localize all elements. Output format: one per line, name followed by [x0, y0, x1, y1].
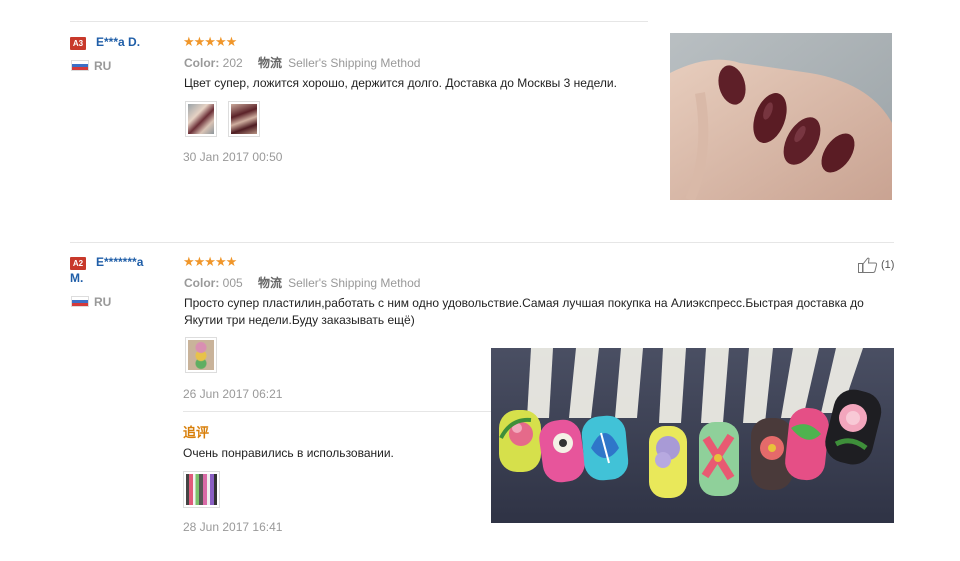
color-value: 005 — [222, 276, 243, 290]
review-divider — [70, 242, 894, 243]
product-attributes: Color: 202 物流 Seller's Shipping Method — [184, 54, 420, 71]
shipping-method: Seller's Shipping Method — [288, 56, 421, 70]
followup-date: 28 Jun 2017 16:41 — [183, 520, 283, 534]
top-divider — [70, 21, 648, 22]
thumbs-up-icon — [858, 257, 878, 273]
followup-text: Очень понравились в использовании. — [183, 446, 394, 460]
review-text: Просто супер пластилин,работать с ним од… — [184, 296, 864, 327]
followup-divider — [183, 411, 493, 412]
shipping-label: 物流 — [258, 276, 283, 290]
star-rating: ★★★★★ — [183, 34, 237, 49]
buyer-name-continued[interactable]: M. — [70, 270, 83, 286]
followup-photo-thumbnail[interactable] — [183, 471, 220, 508]
russia-flag-icon — [71, 60, 89, 71]
shipping-label: 物流 — [258, 56, 283, 70]
product-attributes: Color: 005 物流 Seller's Shipping Method — [184, 274, 420, 291]
review-date: 26 Jun 2017 06:21 — [183, 387, 283, 401]
color-label: Color: — [184, 276, 220, 290]
review-date: 30 Jan 2017 00:50 — [183, 150, 283, 164]
buyer-country: RU — [94, 59, 112, 73]
buyer-name[interactable]: E***a D. — [96, 34, 140, 50]
buyer-level-badge: A3 — [70, 37, 86, 50]
helpful-count: (1) — [881, 259, 895, 271]
russia-flag-icon — [71, 296, 89, 307]
color-label: Color: — [184, 56, 220, 70]
helpful-button[interactable]: (1) — [858, 257, 894, 273]
review-photo-thumbnail[interactable] — [185, 337, 217, 373]
shipping-method: Seller's Shipping Method — [288, 276, 421, 290]
review-photo-thumbnail[interactable] — [228, 101, 260, 137]
buyer-name[interactable]: E*******a — [96, 254, 143, 270]
followup-label: 追评 — [183, 425, 210, 440]
star-rating: ★★★★★ — [183, 254, 237, 269]
review-photo-thumbnail[interactable] — [185, 101, 217, 137]
review-photo-large[interactable] — [491, 348, 894, 523]
color-value: 202 — [222, 56, 243, 70]
review-photo-large[interactable] — [670, 33, 892, 200]
review-text: Цвет супер, ложится хорошо, держится дол… — [184, 76, 617, 90]
buyer-level-badge: A2 — [70, 257, 86, 270]
buyer-country: RU — [94, 295, 112, 309]
